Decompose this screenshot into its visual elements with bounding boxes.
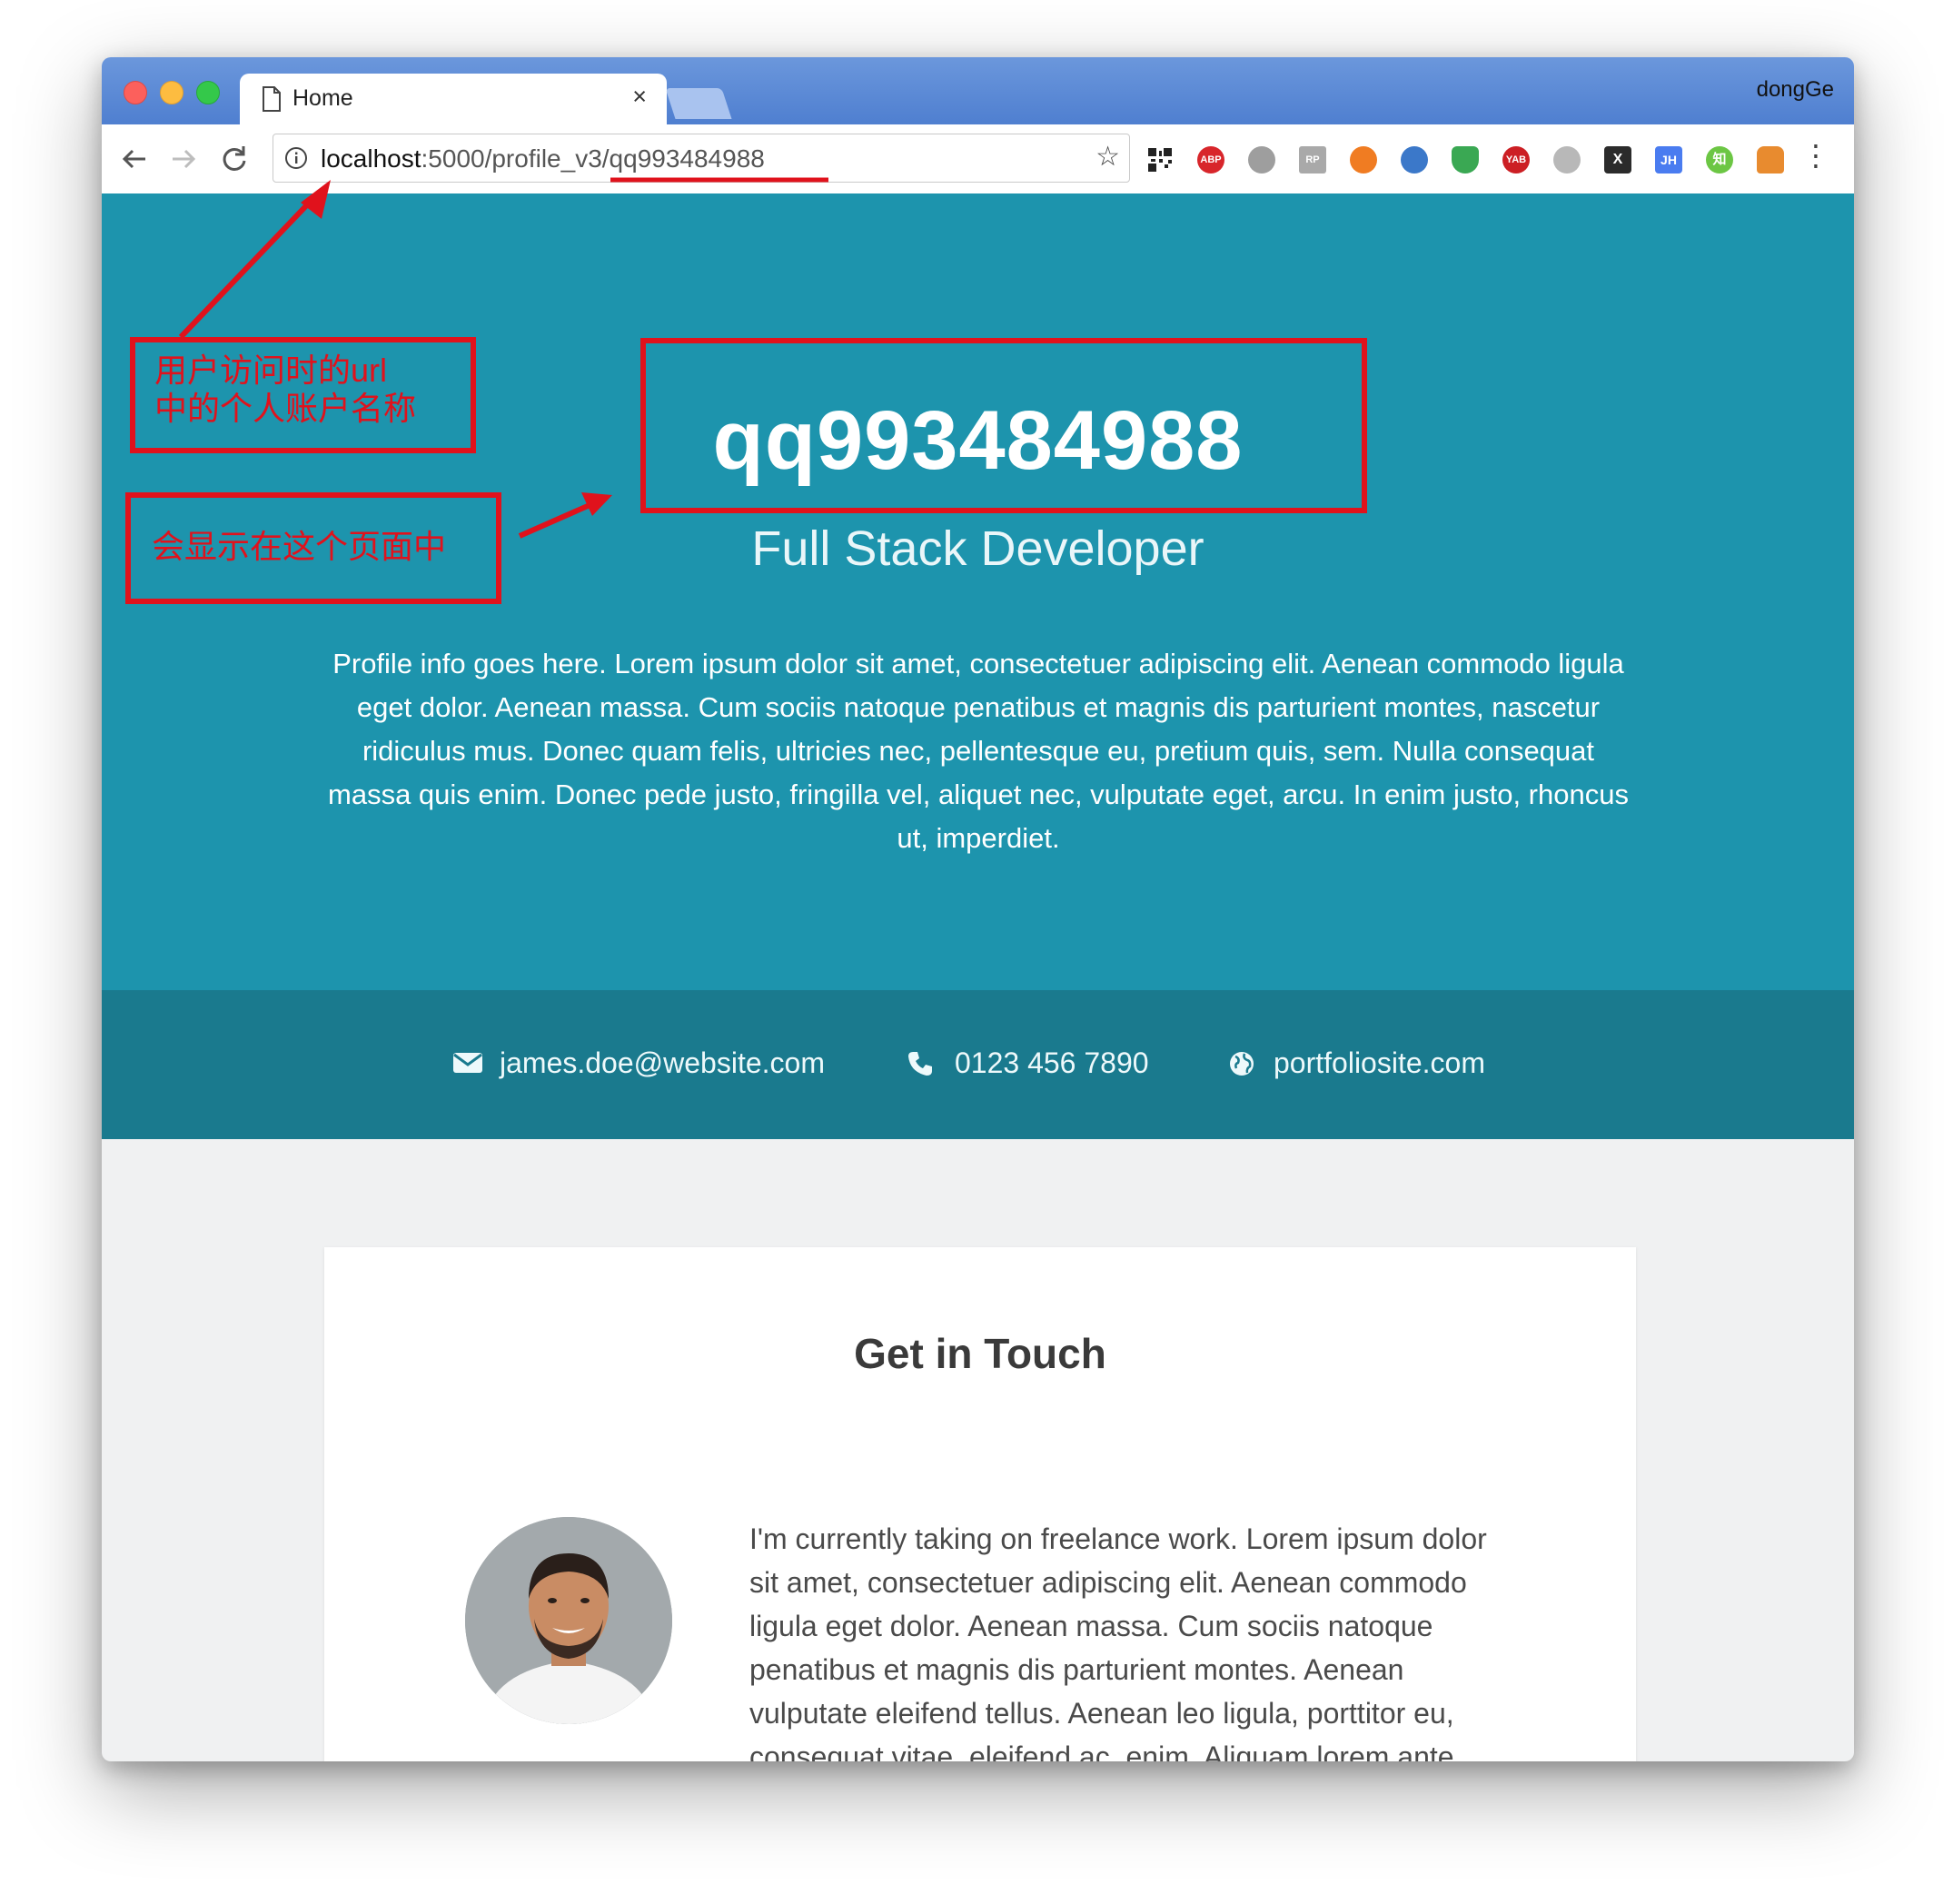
tab-close-icon[interactable]: × (632, 83, 647, 111)
get-in-touch-card: Get in Touch I'm currently taking on fre… (324, 1247, 1636, 1761)
forward-arrow-icon[interactable] (167, 143, 200, 175)
email-text[interactable]: james.doe@website.com (500, 1046, 825, 1080)
adblock-plus-extension-icon[interactable]: ABP (1197, 146, 1224, 174)
info-icon[interactable] (284, 146, 308, 170)
new-tab-button[interactable] (665, 88, 732, 119)
browser-toolbar: localhost:5000/profile_v3/qq993484988 ☆ … (102, 124, 1854, 194)
minimize-window-button[interactable] (160, 81, 183, 104)
shield-extension-icon[interactable] (1452, 146, 1479, 174)
zhihu-extension-icon[interactable]: 知 (1706, 146, 1733, 174)
profile-description: Profile info goes here. Lorem ipsum dolo… (328, 648, 1629, 854)
bookmark-star-icon[interactable]: ☆ (1095, 144, 1120, 171)
envelope-icon (453, 1053, 482, 1073)
phone-text[interactable]: 0123 456 7890 (955, 1046, 1149, 1080)
url-host: localhost (321, 144, 421, 173)
tab-home[interactable]: Home × (240, 74, 667, 124)
contact-phone[interactable]: 0123 456 7890 (907, 1046, 1179, 1083)
rp-label: RP (1305, 154, 1320, 165)
title-bar: Home × dongGe (102, 57, 1854, 124)
lifebuoy-extension-icon[interactable] (1350, 146, 1377, 174)
contact-website[interactable]: portfoliosite.com (1228, 1046, 1519, 1083)
chrome-menu-icon[interactable]: ⋮ (1801, 141, 1830, 170)
contact-email[interactable]: james.doe@website.com (452, 1046, 834, 1083)
jh-label: JH (1661, 153, 1677, 167)
reload-icon[interactable] (218, 143, 251, 175)
jh-extension-icon[interactable]: JH (1655, 146, 1682, 174)
tab-title: Home (292, 85, 353, 111)
x-label: X (1612, 152, 1623, 167)
browser-window: Home × dongGe localhost:5000/profile_v3/… (102, 57, 1854, 1761)
qr-code-extension-icon[interactable] (1146, 146, 1174, 174)
yab-extension-icon[interactable]: YAB (1502, 146, 1530, 174)
display-annotation-text: 会显示在这个页面中 (152, 528, 447, 565)
person-photo (465, 1517, 672, 1724)
abp-label: ABP (1200, 154, 1222, 165)
rp-extension-icon[interactable]: RP (1299, 146, 1326, 174)
yab-label: YAB (1505, 154, 1527, 165)
section-title: Get in Touch (854, 1330, 1106, 1377)
x-extension-icon[interactable]: X (1604, 146, 1631, 174)
close-window-button[interactable] (124, 81, 147, 104)
profile-name[interactable]: dongGe (1757, 77, 1834, 103)
phone-icon (908, 1052, 932, 1076)
freelance-text: I'm currently taking on freelance work. … (749, 1522, 1487, 1761)
fox-extension-icon[interactable] (1757, 146, 1784, 174)
page-icon (263, 86, 281, 112)
url-annotation-line2: 中的个人账户名称 (154, 390, 417, 427)
address-bar[interactable]: localhost:5000/profile_v3/qq993484988 ☆ (273, 134, 1130, 183)
url-annotation-line1: 用户访问时的url (154, 352, 388, 389)
sphere-extension-icon[interactable] (1553, 146, 1581, 174)
url-path: :5000/profile_v3/qq993484988 (421, 144, 765, 173)
avatar (465, 1517, 672, 1724)
website-text[interactable]: portfoliosite.com (1274, 1046, 1485, 1080)
globe-icon (1230, 1052, 1254, 1076)
username-highlight-box (640, 338, 1367, 513)
globe-extension-icon[interactable] (1248, 146, 1275, 174)
zhihu-label: 知 (1712, 152, 1727, 167)
back-arrow-icon[interactable] (118, 143, 151, 175)
maximize-window-button[interactable] (196, 81, 220, 104)
search-extension-icon[interactable] (1401, 146, 1428, 174)
url-text[interactable]: localhost:5000/profile_v3/qq993484988 (321, 144, 765, 174)
contact-bar: james.doe@website.com 0123 456 7890 port… (102, 990, 1854, 1139)
qr-code-icon (1146, 146, 1174, 174)
